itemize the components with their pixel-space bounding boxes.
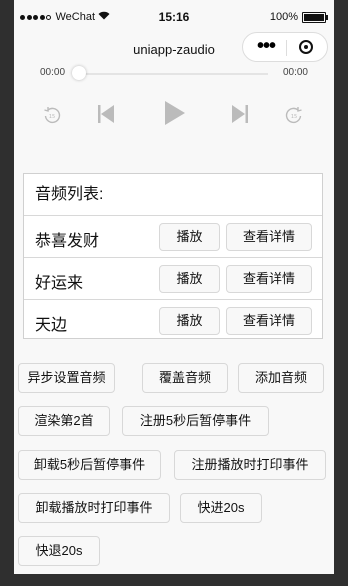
- unregister-log-on-play-button[interactable]: 卸载播放时打印事件: [18, 493, 170, 523]
- player-controls: 15 15: [14, 86, 334, 146]
- unregister-pause-after-5s-button[interactable]: 卸载5秒后暂停事件: [18, 450, 161, 480]
- audio-list-item: 恭喜发财 播放 查看详情: [24, 216, 322, 258]
- audio-name: 恭喜发财: [35, 233, 100, 250]
- phone-screen: WeChat 15:16 100% uniapp-zaudio ••• 00:0…: [14, 0, 334, 574]
- svg-text:15: 15: [291, 114, 297, 120]
- rewind-icon[interactable]: 15: [43, 106, 61, 124]
- battery-icon: [302, 11, 328, 23]
- progress-track[interactable]: [78, 73, 268, 75]
- close-miniprogram-icon[interactable]: [299, 40, 313, 54]
- audio-list-header: 音频列表:: [24, 174, 322, 216]
- play-button[interactable]: 播放: [159, 223, 220, 251]
- previous-icon[interactable]: [97, 104, 115, 124]
- progress-thumb[interactable]: [72, 66, 86, 80]
- battery-indicator: 100%: [269, 11, 328, 23]
- svg-text:15: 15: [49, 114, 55, 120]
- audio-name: 天边: [35, 317, 68, 334]
- register-pause-after-5s-button[interactable]: 注册5秒后暂停事件: [122, 406, 269, 436]
- play-icon[interactable]: [164, 100, 186, 126]
- audio-list-item: 天边 播放 查看详情: [24, 300, 322, 341]
- more-icon[interactable]: •••: [257, 36, 276, 56]
- audio-list-item: 好运来 播放 查看详情: [24, 258, 322, 300]
- render-second-track-button[interactable]: 渲染第2首: [18, 406, 110, 436]
- set-audio-async-button[interactable]: 异步设置音频: [18, 363, 115, 393]
- view-details-button[interactable]: 查看详情: [226, 307, 312, 335]
- next-icon[interactable]: [231, 104, 249, 124]
- fast-forward-20s-button[interactable]: 快进20s: [180, 493, 262, 523]
- audio-list: 音频列表: 恭喜发财 播放 查看详情 好运来 播放 查看详情 天边 播放 查看详…: [23, 173, 323, 339]
- fast-forward-icon[interactable]: 15: [285, 106, 303, 124]
- register-log-on-play-button[interactable]: 注册播放时打印事件: [174, 450, 326, 480]
- add-audio-button[interactable]: 添加音频: [238, 363, 324, 393]
- status-bar: WeChat 15:16 100%: [14, 0, 334, 34]
- battery-percent: 100%: [269, 11, 298, 23]
- replace-audio-button[interactable]: 覆盖音频: [142, 363, 228, 393]
- rewind-20s-button[interactable]: 快退20s: [18, 536, 100, 566]
- play-button[interactable]: 播放: [159, 265, 220, 293]
- view-details-button[interactable]: 查看详情: [226, 223, 312, 251]
- view-details-button[interactable]: 查看详情: [226, 265, 312, 293]
- duration-time: 00:00: [282, 67, 308, 78]
- capsule-divider: [286, 40, 287, 56]
- audio-name: 好运来: [35, 275, 84, 292]
- navigation-bar: uniapp-zaudio •••: [14, 32, 334, 62]
- miniprogram-capsule: •••: [242, 32, 328, 62]
- current-time: 00:00: [40, 67, 66, 78]
- play-button[interactable]: 播放: [159, 307, 220, 335]
- progress-row: 00:00 00:00: [14, 62, 334, 86]
